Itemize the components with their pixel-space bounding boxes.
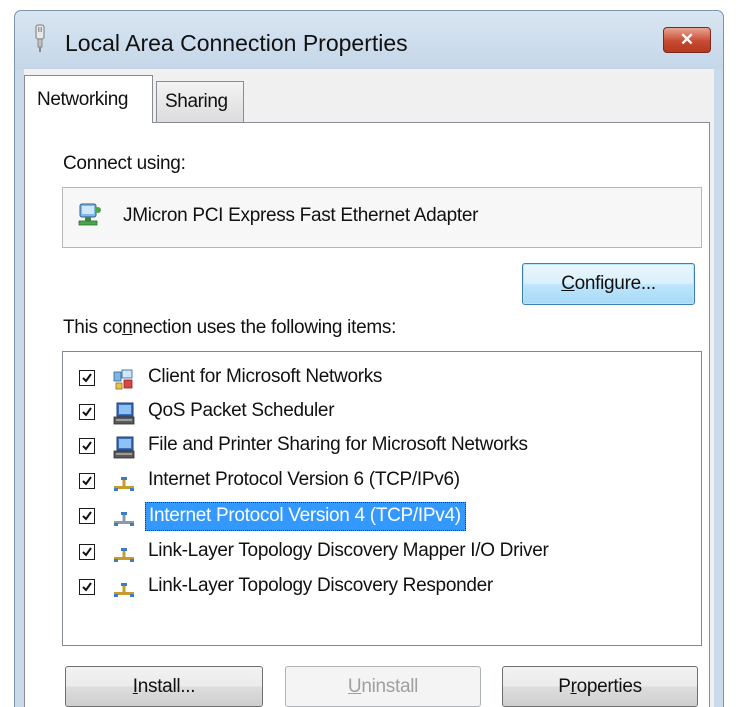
list-item-ipv4[interactable]: Internet Protocol Version 4 (TCP/IPv4) xyxy=(63,502,663,532)
items-list[interactable]: Client for Microsoft Networks QoS Packet… xyxy=(62,351,702,646)
network-service-icon xyxy=(113,436,135,459)
item-label: Client for Microsoft Networks xyxy=(148,366,383,387)
item-checkbox[interactable] xyxy=(79,473,95,489)
items-label: This connection uses the following items… xyxy=(63,317,397,338)
item-label: Link-Layer Topology Discovery Responder xyxy=(148,575,493,596)
configure-button[interactable]: Configure... xyxy=(522,263,695,305)
list-item-lltd-mapper[interactable]: Link-Layer Topology Discovery Mapper I/O… xyxy=(63,538,663,568)
uninstall-button-label: Uninstall xyxy=(347,675,419,697)
item-checkbox[interactable] xyxy=(79,544,95,560)
checkmark-icon xyxy=(82,407,92,417)
checkmark-icon xyxy=(82,373,92,383)
adapter-name: JMicron PCI Express Fast Ethernet Adapte… xyxy=(123,205,479,226)
list-item-file-and-printer-sharing[interactable]: File and Printer Sharing for Microsoft N… xyxy=(63,432,663,462)
checkmark-icon xyxy=(82,476,92,486)
checkmark-icon xyxy=(82,582,92,592)
item-checkbox[interactable] xyxy=(79,438,95,454)
network-protocol-icon xyxy=(114,512,134,526)
tab-sharing[interactable]: Sharing xyxy=(156,81,244,122)
item-label-selected: Internet Protocol Version 4 (TCP/IPv4) xyxy=(145,502,466,531)
properties-button[interactable]: Properties xyxy=(502,666,698,707)
item-checkbox[interactable] xyxy=(79,370,95,386)
install-button[interactable]: Install... xyxy=(65,666,263,707)
list-item-ipv6[interactable]: Internet Protocol Version 6 (TCP/IPv6) xyxy=(63,467,663,497)
list-item-client-for-microsoft-networks[interactable]: Client for Microsoft Networks xyxy=(63,364,663,394)
configure-button-label: Configure... xyxy=(561,273,656,294)
window-title: Local Area Connection Properties xyxy=(65,30,408,56)
item-checkbox[interactable] xyxy=(79,579,95,595)
list-item-lltd-responder[interactable]: Link-Layer Topology Discovery Responder xyxy=(63,573,663,603)
network-connection-icon xyxy=(35,24,45,52)
network-client-icon xyxy=(113,369,133,390)
item-label: Internet Protocol Version 6 (TCP/IPv6) xyxy=(148,469,460,490)
title-bar[interactable]: Local Area Connection Properties ✕ xyxy=(15,11,723,69)
checkmark-icon xyxy=(82,511,92,521)
network-service-icon xyxy=(113,402,135,425)
properties-button-label: Properties xyxy=(558,675,642,697)
item-label: Link-Layer Topology Discovery Mapper I/O… xyxy=(148,540,549,561)
checkmark-icon xyxy=(82,547,92,557)
checkmark-icon xyxy=(82,441,92,451)
uninstall-button[interactable]: Uninstall xyxy=(285,666,481,707)
install-button-label: Install... xyxy=(132,675,196,697)
connect-using-label: Connect using: xyxy=(63,153,186,174)
close-button[interactable]: ✕ xyxy=(663,27,711,53)
network-protocol-icon xyxy=(114,477,134,491)
tab-networking[interactable]: Networking xyxy=(24,75,153,123)
list-item-qos-packet-scheduler[interactable]: QoS Packet Scheduler xyxy=(63,398,663,428)
adapter-display: JMicron PCI Express Fast Ethernet Adapte… xyxy=(62,187,702,248)
item-checkbox[interactable] xyxy=(79,508,95,524)
network-adapter-icon xyxy=(78,203,101,226)
close-icon: ✕ xyxy=(679,30,695,49)
network-protocol-icon xyxy=(114,548,134,562)
item-label: QoS Packet Scheduler xyxy=(148,400,335,421)
item-checkbox[interactable] xyxy=(79,404,95,420)
network-protocol-icon xyxy=(114,583,134,597)
item-label: File and Printer Sharing for Microsoft N… xyxy=(148,434,528,455)
